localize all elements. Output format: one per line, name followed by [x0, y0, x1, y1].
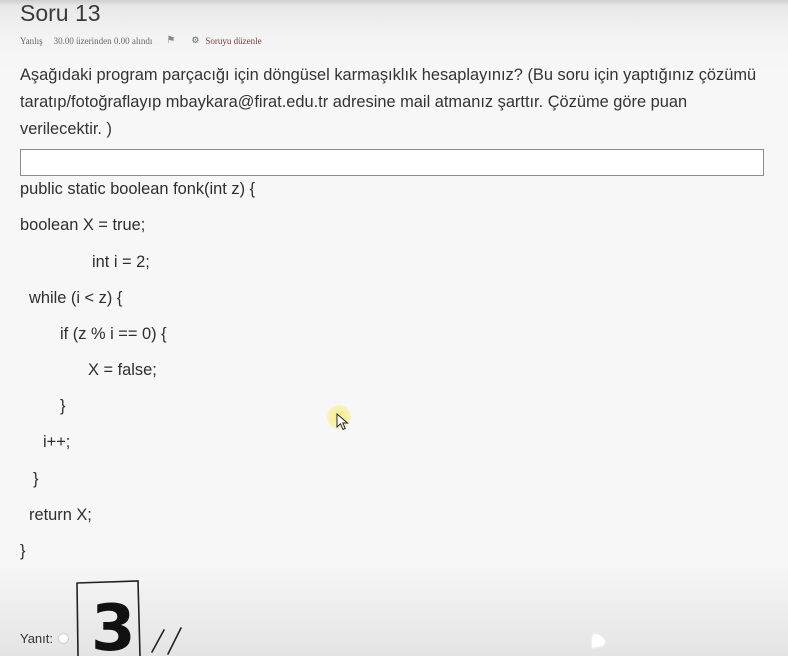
- gear-icon[interactable]: ⚙: [191, 35, 199, 46]
- code-line: i++;: [43, 433, 71, 451]
- handwritten-answer: 3: [91, 592, 136, 656]
- question-title: Soru 13: [20, 0, 101, 26]
- answer-text-field[interactable]: [20, 149, 764, 176]
- mouse-pointer-icon: [336, 413, 349, 431]
- code-line: X = false;: [88, 361, 157, 379]
- code-line: }: [60, 397, 66, 415]
- answer-label: Yanıt:: [20, 631, 54, 646]
- flag-icon[interactable]: ⚑: [166, 35, 175, 46]
- code-line: if (z % i == 0) {: [60, 325, 167, 343]
- code-line: boolean X = true;: [20, 216, 146, 234]
- annotation-mark: [590, 633, 606, 649]
- score-text: 30.00 üzerinden 0.00 alındı: [53, 35, 153, 46]
- edit-question-link[interactable]: Soruyu düzenle: [205, 36, 261, 46]
- code-line: }: [20, 542, 26, 560]
- answer-radio[interactable]: [58, 633, 69, 644]
- top-shadow: [0, 0, 788, 6]
- question-info: Yanlış 30.00 üzerinden 0.00 alındı ⚑ ⚙ S…: [20, 35, 262, 46]
- code-line: return X;: [29, 506, 92, 524]
- code-line: while (i < z) {: [29, 289, 123, 307]
- code-line: public static boolean fonk(int z) {: [20, 180, 256, 198]
- code-line: }: [33, 470, 39, 488]
- quiz-review-page: Soru 13 Yanlış 30.00 üzerinden 0.00 alın…: [0, 0, 788, 656]
- status-label: Yanlış: [20, 35, 43, 46]
- handwritten-answer-drawing: 3: [76, 580, 182, 656]
- code-line: int i = 2;: [92, 253, 150, 271]
- question-text: Aşağıdaki program parçacığı için döngüse…: [20, 66, 757, 138]
